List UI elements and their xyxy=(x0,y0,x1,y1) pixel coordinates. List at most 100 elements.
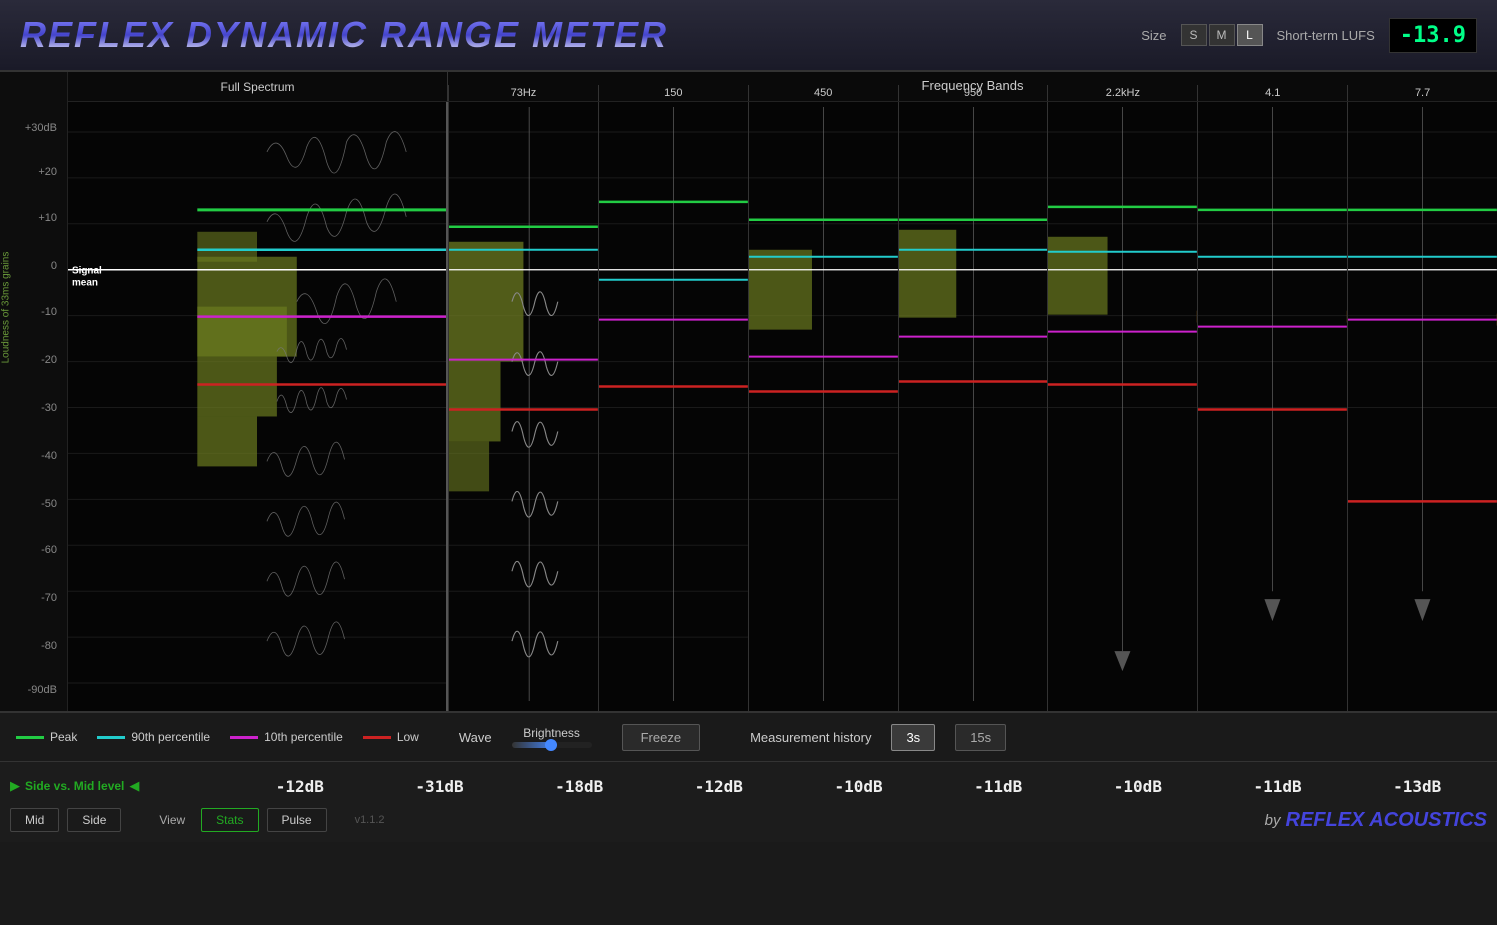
app-title: REFLEX DYNAMIC RANGE METER xyxy=(20,14,1121,56)
mid-side-label: Side vs. Mid level xyxy=(25,779,124,793)
brightness-label: Brightness xyxy=(523,726,580,740)
y-label-minus50: -50 xyxy=(41,498,57,510)
full-spectrum-panel: Signal mean xyxy=(68,102,448,711)
percentile90-legend-label: 90th percentile xyxy=(131,730,210,744)
main-area: Loudness of 33ms grains +30dB +20 +10 0 … xyxy=(0,72,1497,925)
band-150-panel xyxy=(598,102,748,711)
band-73hz-panel xyxy=(448,102,598,711)
bottom-buttons-row: Mid Side View Stats Pulse v1.1.2 by REFL… xyxy=(0,804,1497,836)
stat-val-3: -12dB xyxy=(649,777,789,796)
freq-bands-header: Frequency Bands 73Hz 150 450 950 2.2kHz … xyxy=(448,72,1497,101)
stat-val-6: -10dB xyxy=(1068,777,1208,796)
freq-150: 150 xyxy=(598,85,748,101)
app-header: REFLEX DYNAMIC RANGE METER Size S M L Sh… xyxy=(0,0,1497,72)
stats-bar: ▶ Side vs. Mid level ◀ -12dB -31dB -18dB… xyxy=(0,762,1497,842)
stat-value-3: -12dB xyxy=(695,777,743,796)
meter-section: Loudness of 33ms grains +30dB +20 +10 0 … xyxy=(0,72,1497,712)
stat-val-0: -12dB xyxy=(230,777,370,796)
peak-legend-line xyxy=(16,736,44,739)
stat-value-8: -13dB xyxy=(1393,777,1441,796)
percentile90-legend: 90th percentile xyxy=(97,730,210,744)
freq-bands-panels xyxy=(448,102,1497,711)
time-3s-button[interactable]: 3s xyxy=(891,724,935,751)
stat-value-5: -11dB xyxy=(974,777,1022,796)
freeze-button[interactable]: Freeze xyxy=(622,724,700,751)
freq-4-1: 4.1 xyxy=(1197,85,1347,101)
size-buttons: S M L xyxy=(1181,24,1263,46)
full-spectrum-waveform: Signal mean xyxy=(68,102,446,711)
branding-container: by REFLEX ACOUSTICS xyxy=(1265,809,1487,832)
play-icon: ▶ xyxy=(10,778,20,794)
y-label-30db: +30dB xyxy=(25,122,57,134)
band-2-2khz-panel xyxy=(1047,102,1197,711)
branding-prefix: by xyxy=(1265,812,1281,829)
size-m-button[interactable]: M xyxy=(1209,24,1235,46)
stats-values: -12dB -31dB -18dB -12dB -10dB -11dB xyxy=(230,777,1487,796)
size-l-button[interactable]: L xyxy=(1237,24,1263,46)
stat-value-6: -10dB xyxy=(1114,777,1162,796)
stat-val-7: -11dB xyxy=(1208,777,1348,796)
freq-band-labels: 73Hz 150 450 950 2.2kHz 4.1 7.7 xyxy=(448,85,1497,101)
stat-value-4: -10dB xyxy=(834,777,882,796)
mid-button[interactable]: Mid xyxy=(10,808,59,832)
stat-value-7: -11dB xyxy=(1253,777,1301,796)
brightness-thumb xyxy=(545,739,557,751)
stats-row: ▶ Side vs. Mid level ◀ -12dB -31dB -18dB… xyxy=(0,768,1497,804)
percentile10-legend-line xyxy=(230,736,258,739)
peak-legend-label: Peak xyxy=(50,730,77,744)
svg-text:mean: mean xyxy=(72,278,98,289)
y-label-minus70: -70 xyxy=(41,592,57,604)
low-legend-label: Low xyxy=(397,730,419,744)
pulse-button[interactable]: Pulse xyxy=(267,808,327,832)
stat-val-1: -31dB xyxy=(370,777,510,796)
band-4-1-panel xyxy=(1197,102,1347,711)
brightness-slider[interactable] xyxy=(512,742,592,748)
y-label-minus80: -80 xyxy=(41,640,57,652)
y-label-10: +10 xyxy=(38,212,57,224)
size-s-button[interactable]: S xyxy=(1181,24,1207,46)
measurement-label: Measurement history xyxy=(750,730,871,745)
stats-button[interactable]: Stats xyxy=(201,808,258,832)
band-950-panel xyxy=(898,102,1048,711)
back-icon: ◀ xyxy=(129,778,139,794)
band-450-panel xyxy=(748,102,898,711)
freq-7-7: 7.7 xyxy=(1347,85,1497,101)
freq-2-2khz: 2.2kHz xyxy=(1047,85,1197,101)
panels-container: Full Spectrum Frequency Bands 73Hz 150 4… xyxy=(68,72,1497,711)
panels-header: Full Spectrum Frequency Bands 73Hz 150 4… xyxy=(68,72,1497,102)
legend-bar: Peak 90th percentile 10th percentile Low… xyxy=(0,712,1497,762)
low-legend-line xyxy=(363,736,391,739)
stat-val-4: -10dB xyxy=(789,777,929,796)
stat-val-5: -11dB xyxy=(928,777,1068,796)
stat-value-0: -12dB xyxy=(276,777,324,796)
panels-content: Signal mean xyxy=(68,102,1497,711)
stat-value-1: -31dB xyxy=(415,777,463,796)
freq-73hz: 73Hz xyxy=(448,85,598,101)
header-controls: Size S M L Short-term LUFS -13.9 xyxy=(1141,18,1477,53)
svg-text:Signal: Signal xyxy=(72,266,102,277)
stat-value-2: -18dB xyxy=(555,777,603,796)
version-label: v1.1.2 xyxy=(355,814,385,826)
stat-val-2: -18dB xyxy=(509,777,649,796)
y-label-minus60: -60 xyxy=(41,544,57,556)
peak-legend: Peak xyxy=(16,730,77,744)
branding-name: REFLEX ACOUSTICS xyxy=(1286,809,1488,832)
y-axis: Loudness of 33ms grains +30dB +20 +10 0 … xyxy=(0,72,68,711)
y-label-minus30: -30 xyxy=(41,402,57,414)
y-label-minus40: -40 xyxy=(41,450,57,462)
time-15s-button[interactable]: 15s xyxy=(955,724,1006,751)
stat-val-8: -13dB xyxy=(1347,777,1487,796)
side-button[interactable]: Side xyxy=(67,808,121,832)
y-label-minus10: -10 xyxy=(41,306,57,318)
brightness-container: Brightness xyxy=(512,726,592,748)
freq-950: 950 xyxy=(898,85,1048,101)
y-label-20: +20 xyxy=(38,166,57,178)
y-label-minus90db: -90dB xyxy=(28,684,57,696)
view-label: View xyxy=(159,813,185,827)
full-spectrum-header: Full Spectrum xyxy=(68,72,448,101)
y-axis-vertical-label: Loudness of 33ms grains xyxy=(1,207,12,407)
lufs-label: Short-term LUFS xyxy=(1277,28,1375,43)
lufs-value: -13.9 xyxy=(1389,18,1477,53)
mid-side-label-container: ▶ Side vs. Mid level ◀ xyxy=(10,778,230,794)
low-legend: Low xyxy=(363,730,419,744)
